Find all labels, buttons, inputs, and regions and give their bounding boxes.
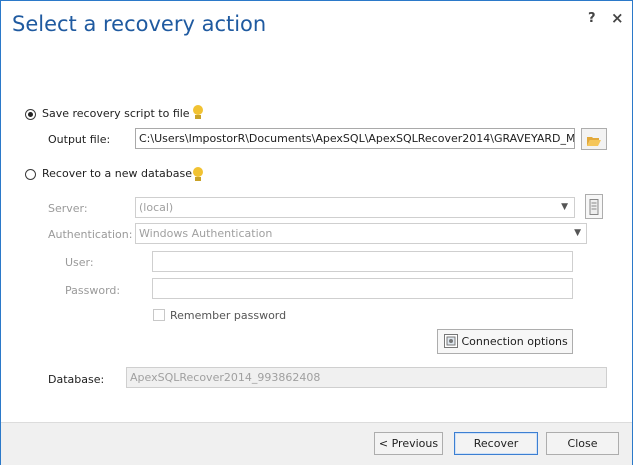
- dialog-window: Select a recovery action ? × Save recove…: [0, 0, 633, 465]
- password-input[interactable]: [152, 278, 573, 299]
- remember-password-checkbox[interactable]: [153, 309, 165, 321]
- new-database-label[interactable]: Recover to a new database: [42, 167, 192, 180]
- folder-open-icon: [587, 137, 601, 146]
- close-button[interactable]: Close: [546, 432, 619, 455]
- radio-selected-dot: [28, 112, 33, 117]
- new-database-radio[interactable]: [25, 169, 36, 180]
- chevron-down-icon: ▼: [574, 228, 581, 238]
- database-label: Database:: [48, 373, 105, 386]
- previous-button[interactable]: < Previous: [374, 432, 443, 455]
- server-browse-button[interactable]: [585, 194, 603, 219]
- server-combobox[interactable]: (local) ▼: [135, 197, 575, 218]
- output-file-label: Output file:: [48, 133, 111, 146]
- authentication-value: Windows Authentication: [139, 227, 273, 240]
- dialog-footer: < Previous Recover Close: [1, 422, 632, 465]
- user-label: User:: [65, 256, 94, 269]
- output-file-input[interactable]: C:\Users\ImpostorR\Documents\ApexSQL\Ape…: [135, 128, 575, 149]
- lightbulb-icon[interactable]: [193, 105, 203, 119]
- remember-password-label[interactable]: Remember password: [170, 309, 286, 322]
- connection-options-label: Connection options: [461, 335, 568, 348]
- lightbulb-icon[interactable]: [193, 167, 203, 181]
- user-input[interactable]: [152, 251, 573, 272]
- settings-icon: [444, 334, 458, 348]
- help-button[interactable]: ?: [588, 11, 596, 26]
- server-icon: [589, 199, 599, 215]
- recover-button[interactable]: Recover: [454, 432, 538, 455]
- save-script-label[interactable]: Save recovery script to file: [42, 107, 190, 120]
- save-script-radio[interactable]: [25, 109, 36, 120]
- authentication-combobox[interactable]: Windows Authentication ▼: [135, 223, 587, 244]
- server-value: (local): [139, 201, 174, 214]
- authentication-label: Authentication:: [48, 228, 133, 241]
- dialog-title: Select a recovery action: [12, 12, 267, 36]
- server-label: Server:: [48, 202, 88, 215]
- database-input[interactable]: ApexSQLRecover2014_993862408: [126, 367, 607, 388]
- chevron-down-icon: ▼: [561, 202, 568, 212]
- close-icon[interactable]: ×: [611, 9, 624, 27]
- password-label: Password:: [65, 284, 121, 297]
- connection-options-button[interactable]: Connection options: [437, 329, 573, 354]
- browse-button[interactable]: [581, 128, 607, 150]
